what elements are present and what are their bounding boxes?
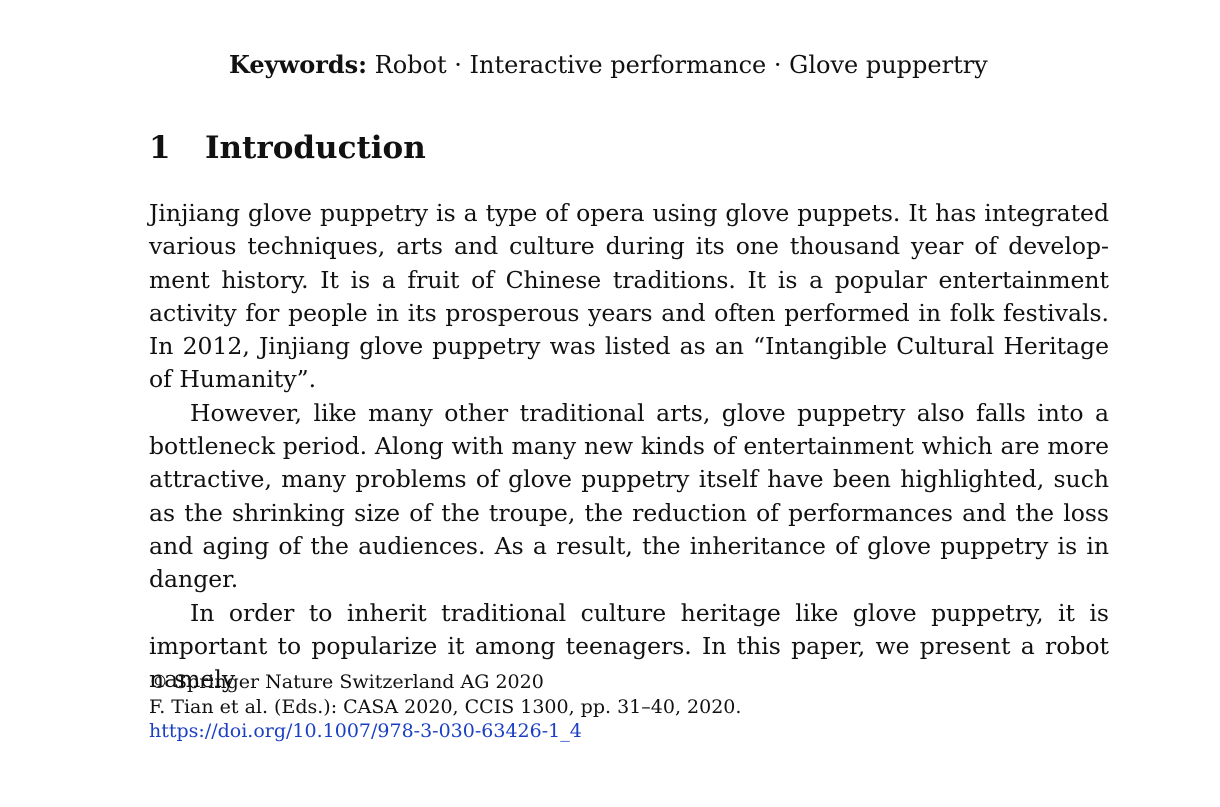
keyword-separator: · (766, 51, 790, 79)
keyword-glove-puppertry: Glove puppertry (789, 51, 988, 79)
keywords-line: Keywords: Robot · Interactive performanc… (229, 50, 988, 80)
keyword-interactive-performance: Interactive performance (469, 51, 767, 79)
copyright-line: © Springer Nature Switzerland AG 2020 (149, 671, 544, 693)
footnote: © Springer Nature Switzerland AG 2020 F.… (149, 670, 741, 744)
citation-line: F. Tian et al. (Eds.): CASA 2020, CCIS 1… (149, 695, 742, 718)
doi-link[interactable]: https://doi.org/10.1007/978-3-030-63426-… (149, 720, 582, 742)
section-number: 1 (149, 130, 171, 166)
paragraph-1: Jinjiang glove puppetry is a type of ope… (149, 199, 1109, 394)
keyword-robot: Robot (374, 51, 447, 79)
introduction-body: Jinjiang glove puppetry is a type of ope… (149, 197, 1109, 696)
section-heading: 1 Introduction (149, 128, 426, 168)
paragraph-2: However, like many other traditional art… (149, 398, 1109, 594)
keywords-label: Keywords: (229, 50, 368, 79)
section-title: Introduction (205, 130, 426, 166)
keyword-separator: · (446, 51, 470, 79)
